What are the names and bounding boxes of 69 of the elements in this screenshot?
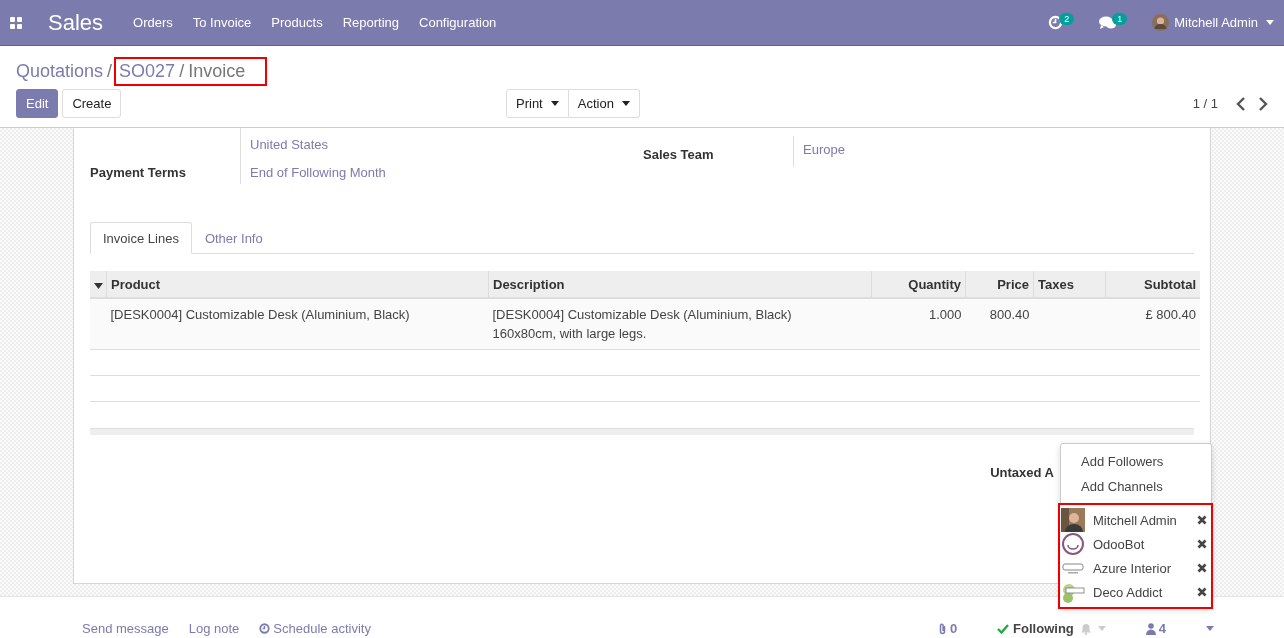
tab[interactable]: Invoice Lines (90, 222, 192, 254)
sort-caret-icon[interactable] (94, 282, 103, 289)
menu-item[interactable]: Add Followers (1061, 449, 1211, 474)
remove-icon[interactable] (1197, 563, 1207, 573)
remove-icon[interactable] (1197, 587, 1207, 597)
column-header[interactable]: Description (488, 271, 872, 298)
paperclip-icon[interactable] (937, 622, 947, 635)
previous-icon[interactable] (1236, 96, 1246, 111)
table-cell: [DESK0004] Customizable Desk (Aluminium, Black) 160x80cm, with large legs. (488, 298, 872, 350)
next-icon[interactable] (1258, 96, 1268, 111)
clock-icon[interactable] (1048, 15, 1064, 30)
app-name[interactable]: Sales (48, 9, 104, 36)
remove-icon[interactable] (1197, 515, 1207, 525)
user-icon[interactable] (1145, 622, 1156, 635)
table-cell: 1.000 (871, 298, 966, 350)
menu-item[interactable]: Orders (133, 15, 173, 30)
menu-item[interactable]: Products (271, 15, 323, 30)
user-menu[interactable]: Mitchell Admin (1174, 15, 1258, 30)
table-cell: 800.40 (965, 298, 1034, 350)
field-value[interactable]: End of Following Month (241, 160, 386, 180)
following-status[interactable]: Following (1013, 621, 1074, 636)
create-button[interactable]: Create (62, 89, 122, 118)
caret-icon[interactable] (1206, 626, 1214, 631)
edit-button[interactable]: Edit (16, 89, 59, 118)
menu-item[interactable]: Add Channels (1061, 474, 1211, 499)
field-label: Sales Team (643, 145, 715, 164)
pager-counter: 1 / 1 (1192, 96, 1218, 111)
clock-icon (259, 623, 271, 634)
activity-count-badge: 2 (1059, 12, 1075, 25)
chatter-link[interactable]: Schedule activity (273, 621, 371, 636)
follower-name[interactable]: Mitchell Admin (1093, 512, 1189, 528)
apps-grid-icon[interactable] (10, 16, 22, 29)
breadcrumb-current: Invoice (188, 60, 246, 82)
table-cell: [DESK0004] Customizable Desk (Aluminium, Black) (106, 298, 489, 350)
field-value[interactable]: United States (241, 132, 329, 152)
print-dropdown[interactable]: Print (506, 89, 569, 118)
user-avatar-icon[interactable] (1152, 14, 1170, 31)
followers-count[interactable]: 4 (1158, 621, 1166, 636)
breadcrumb-separator: / (179, 60, 185, 82)
menu-item[interactable]: Reporting (342, 15, 399, 30)
follower-name[interactable]: Deco Addict (1093, 584, 1189, 600)
menu-item[interactable]: Configuration (419, 15, 497, 30)
follower-name[interactable]: Azure Interior (1093, 560, 1189, 576)
menu-item[interactable]: To Invoice (192, 15, 252, 30)
column-header[interactable]: Taxes (1033, 271, 1106, 298)
checkmark-icon (997, 623, 1010, 634)
action-dropdown[interactable]: Action (568, 89, 640, 118)
smiley-icon (1061, 532, 1085, 556)
breadcrumb-separator: / (107, 60, 113, 82)
remove-icon[interactable] (1197, 539, 1207, 549)
column-header[interactable]: Product (106, 271, 489, 298)
column-header[interactable]: Subtotal (1105, 271, 1200, 298)
follower-name[interactable]: OdooBot (1093, 536, 1189, 552)
chatter-link[interactable]: Log note (188, 621, 240, 636)
caret-icon (621, 101, 630, 106)
message-count-badge: 1 (1112, 12, 1128, 25)
breadcrumb-link[interactable]: Quotations (16, 60, 104, 82)
field-label: Payment Terms (90, 156, 241, 184)
attachment-count[interactable]: 0 (949, 621, 958, 636)
totals-label: Untaxed A (990, 465, 1054, 480)
caret-icon (550, 101, 559, 106)
chatter-link[interactable]: Send message (82, 621, 169, 636)
caret-icon[interactable] (1266, 20, 1274, 25)
table-cell: £ 800.40 (1105, 298, 1200, 350)
tab[interactable]: Other Info (191, 222, 276, 254)
column-header[interactable]: Quantity (871, 271, 966, 298)
breadcrumb-link[interactable]: SO027 (119, 60, 176, 82)
field-value[interactable]: Europe (793, 136, 854, 167)
column-header[interactable]: Price (965, 271, 1034, 298)
